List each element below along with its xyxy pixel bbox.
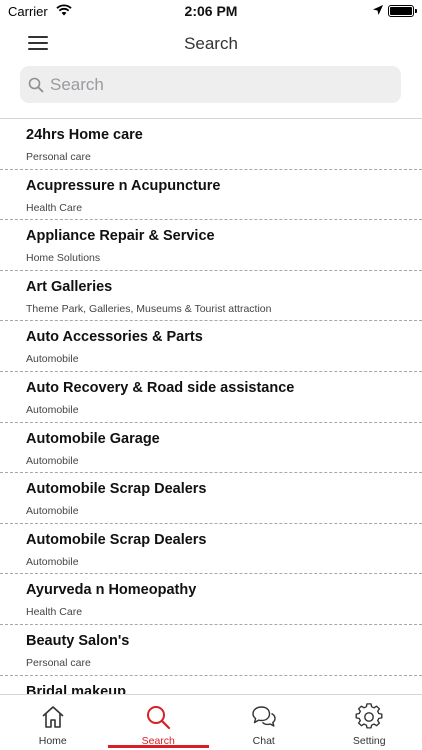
gear-icon bbox=[355, 703, 383, 729]
tab-bar: Home Search Chat Setting bbox=[0, 694, 422, 750]
list-item[interactable]: Auto Recovery & Road side assistance Aut… bbox=[0, 372, 422, 423]
battery-icon bbox=[388, 5, 417, 17]
navigation-bar: Search bbox=[0, 22, 422, 64]
list-item-category: Automobile bbox=[26, 454, 79, 467]
status-bar: Carrier 2:06 PM bbox=[0, 0, 422, 22]
tab-search[interactable]: Search bbox=[106, 695, 212, 750]
list-item[interactable]: Auto Accessories & Parts Automobile bbox=[0, 321, 422, 372]
list-item-name: Art Galleries bbox=[26, 278, 113, 295]
list-item[interactable]: Automobile Garage Automobile bbox=[0, 423, 422, 474]
page-title: Search bbox=[184, 34, 238, 53]
list-item-category: Personal care bbox=[26, 656, 91, 669]
category-list[interactable]: 24hrs Home care Personal care Acupressur… bbox=[0, 119, 422, 694]
list-item-category: Automobile bbox=[26, 403, 79, 416]
list-item-name: Bridal makeup bbox=[26, 683, 126, 694]
location-arrow-icon bbox=[373, 5, 383, 15]
home-icon bbox=[42, 706, 64, 728]
list-item[interactable]: Appliance Repair & Service Home Solution… bbox=[0, 220, 422, 271]
list-item-name: Beauty Salon's bbox=[26, 632, 130, 649]
list-item[interactable]: Beauty Salon's Personal care bbox=[0, 625, 422, 676]
list-item-name: Acupressure n Acupuncture bbox=[26, 177, 221, 194]
chat-icon bbox=[252, 706, 276, 727]
tab-label: Home bbox=[38, 735, 67, 747]
list-item[interactable]: Art Galleries Theme Park, Galleries, Mus… bbox=[0, 271, 422, 322]
status-time: 2:06 PM bbox=[184, 3, 238, 19]
search-bar[interactable] bbox=[20, 66, 401, 103]
list-item-name: Automobile Scrap Dealers bbox=[26, 531, 207, 548]
list-item-name: Auto Recovery & Road side assistance bbox=[26, 379, 295, 396]
tab-chat[interactable]: Chat bbox=[211, 695, 317, 750]
list-item-name: Ayurveda n Homeopathy bbox=[26, 582, 197, 599]
search-icon bbox=[147, 706, 171, 730]
tab-home[interactable]: Home bbox=[0, 695, 106, 750]
search-input[interactable] bbox=[50, 74, 380, 95]
list-item-name: Automobile Garage bbox=[26, 430, 160, 447]
tab-setting[interactable]: Setting bbox=[317, 695, 422, 750]
list-item-name: Appliance Repair & Service bbox=[26, 228, 215, 245]
list-item-name: 24hrs Home care bbox=[26, 127, 143, 143]
search-icon bbox=[28, 77, 44, 92]
tab-label: Chat bbox=[252, 735, 275, 747]
list-item-category: Health Care bbox=[26, 201, 83, 214]
list-item-category: Automobile bbox=[26, 505, 79, 518]
list-item-category: Automobile bbox=[26, 353, 79, 366]
list-item[interactable]: Ayurveda n Homeopathy Health Care bbox=[0, 574, 422, 625]
list-item[interactable]: Automobile Scrap Dealers Automobile bbox=[0, 473, 422, 524]
list-item[interactable]: Bridal makeup bbox=[0, 676, 422, 694]
list-item-category: Home Solutions bbox=[26, 252, 101, 265]
tab-label: Search bbox=[141, 735, 175, 747]
tab-label: Setting bbox=[352, 735, 386, 747]
list-item-category: Automobile bbox=[26, 555, 79, 568]
list-item-category: Health Care bbox=[26, 606, 83, 619]
list-item-name: Automobile Scrap Dealers bbox=[26, 481, 207, 498]
list-item-category: Theme Park, Galleries, Museums & Tourist… bbox=[26, 302, 272, 315]
list-item[interactable]: Acupressure n Acupuncture Health Care bbox=[0, 170, 422, 221]
list-item-category: Personal care bbox=[26, 151, 91, 163]
list-item[interactable]: Automobile Scrap Dealers Automobile bbox=[0, 524, 422, 575]
list-item-name: Auto Accessories & Parts bbox=[26, 329, 203, 346]
list-item[interactable]: 24hrs Home care Personal care bbox=[0, 119, 422, 170]
